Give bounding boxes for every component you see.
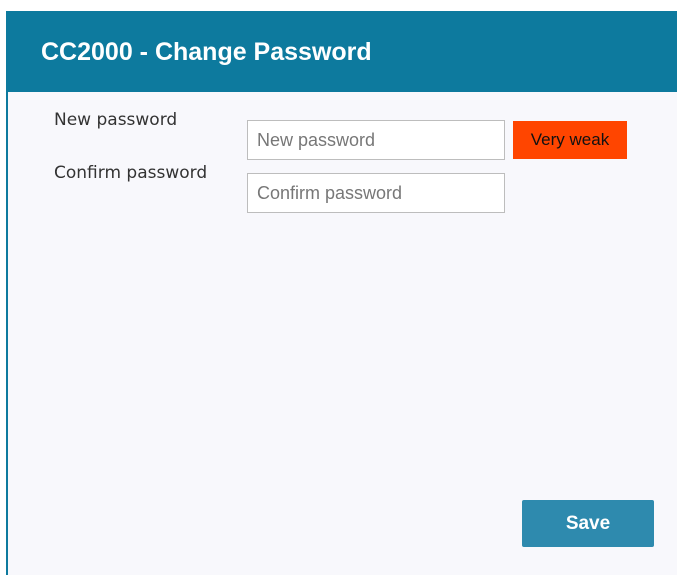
dialog-header: CC2000 - Change Password (8, 11, 677, 92)
new-password-input[interactable] (247, 120, 505, 160)
new-password-label: New password (54, 110, 178, 130)
change-password-dialog: CC2000 - Change Password New password Ve… (6, 11, 677, 575)
password-strength-badge: Very weak (513, 121, 627, 159)
confirm-password-label: Confirm password (54, 163, 208, 183)
save-button[interactable]: Save (522, 500, 654, 547)
dialog-title: CC2000 - Change Password (41, 38, 372, 66)
confirm-password-input[interactable] (247, 173, 505, 213)
